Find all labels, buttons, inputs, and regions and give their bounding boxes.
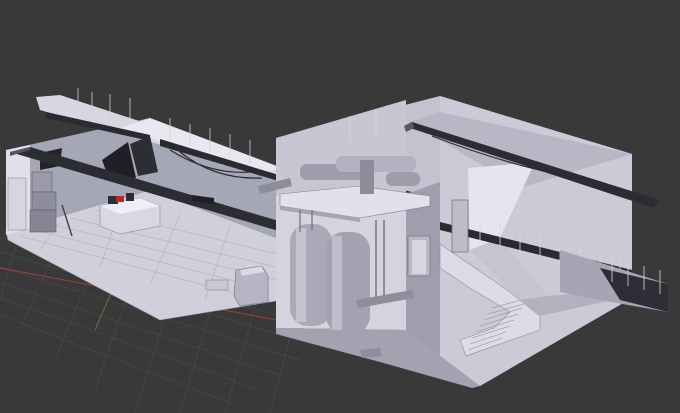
industrial-room-right[interactable] (276, 96, 668, 388)
fan-units[interactable] (7, 171, 57, 233)
red-object (116, 196, 124, 202)
3d-viewport[interactable] (0, 0, 680, 413)
scene-canvas[interactable] (0, 0, 680, 413)
industrial-room-left[interactable] (5, 88, 283, 321)
